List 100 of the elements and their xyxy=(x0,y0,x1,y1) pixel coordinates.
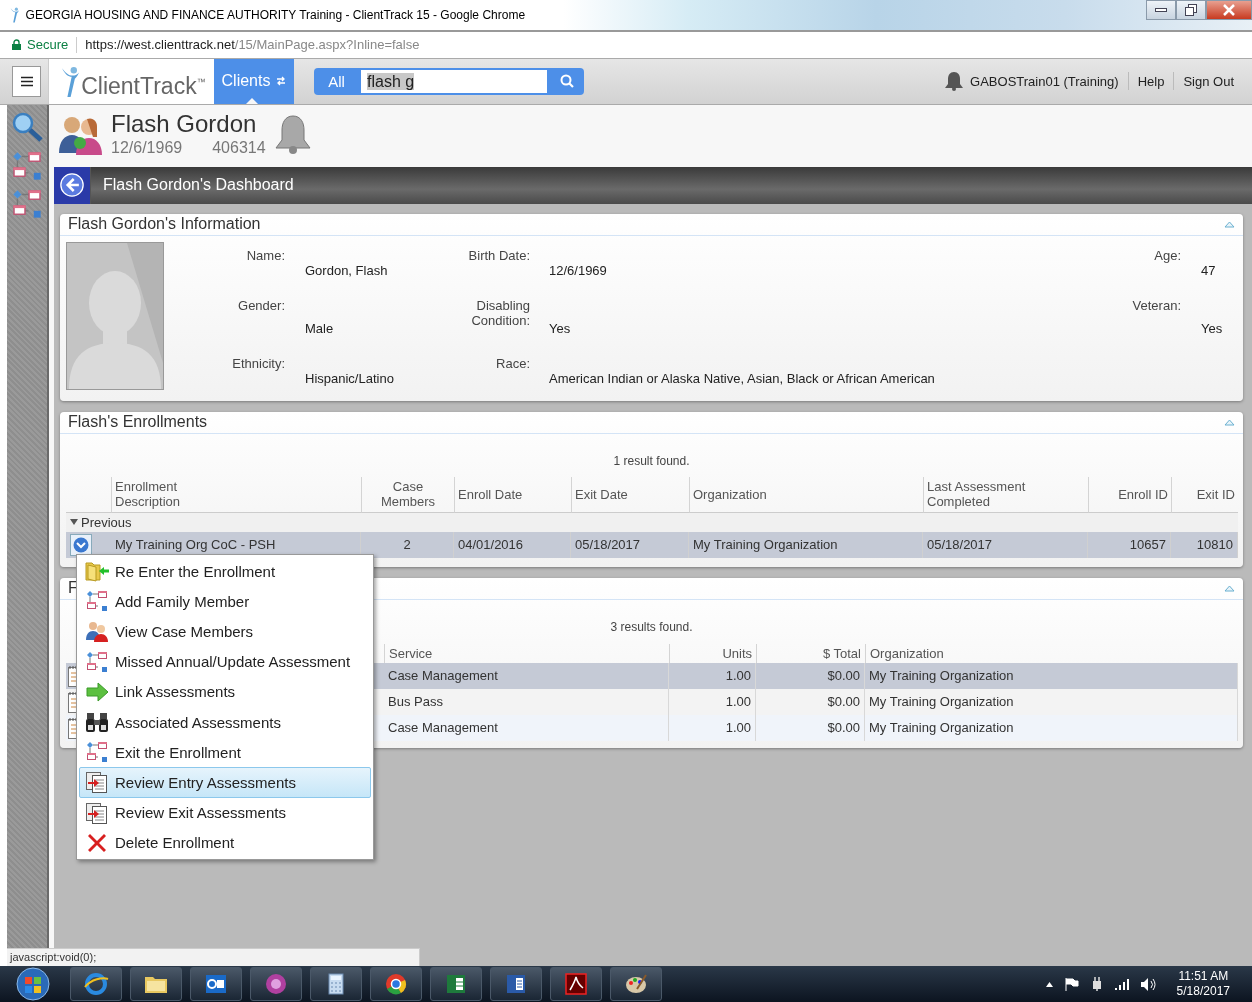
result-count: 3 results found. xyxy=(610,619,693,634)
lock-icon xyxy=(12,39,21,51)
column-header[interactable]: Units xyxy=(722,645,752,661)
search-icon[interactable] xyxy=(11,110,43,143)
hierarchy-icon xyxy=(86,590,108,613)
logo-text: ClientTrack$^{™}$ xyxy=(81,74,206,98)
birth-date: 12/6/1969 xyxy=(111,138,183,157)
field-value: American Indian or Alaska Native, Asian, Black or African American xyxy=(549,370,936,388)
spreadsheet-icon[interactable] xyxy=(430,967,482,1001)
column-header[interactable]: Service xyxy=(389,645,433,661)
field-label: Age: xyxy=(1153,246,1181,263)
browser-icon[interactable] xyxy=(370,967,422,1001)
table-cell: Bus Pass xyxy=(388,694,443,710)
column-header[interactable]: Last Assessment Completed xyxy=(927,479,1037,510)
minimize-button[interactable] xyxy=(1146,0,1176,20)
menu-icon xyxy=(20,75,33,87)
flag-icon[interactable] xyxy=(1064,977,1079,991)
calculator-icon[interactable] xyxy=(310,967,362,1001)
table-cell: 1.00 xyxy=(725,668,751,684)
column-header[interactable]: Organization xyxy=(870,645,944,661)
table-cell: $0.00 xyxy=(827,668,860,684)
pdf-icon[interactable] xyxy=(550,967,602,1001)
clock-date: 5/18/2017 xyxy=(1176,984,1230,999)
swap-icon xyxy=(276,76,287,87)
column-header[interactable]: Enroll Date xyxy=(458,486,523,502)
document-icon[interactable] xyxy=(490,967,542,1001)
bell-icon[interactable] xyxy=(944,71,965,92)
hierarchy-icon xyxy=(86,741,108,764)
start-button[interactable] xyxy=(14,966,52,1002)
panel-title: Flash Gordon's Information xyxy=(68,215,261,234)
table-cell: My Training Organization xyxy=(869,694,1014,710)
search-button[interactable] xyxy=(549,67,584,95)
header-link[interactable]: Help xyxy=(1137,73,1165,89)
table-cell: 10810 xyxy=(1196,537,1233,553)
restore-button[interactable] xyxy=(1176,0,1206,20)
arrow-right-icon xyxy=(85,681,109,702)
search-field[interactable]: flash g xyxy=(359,67,549,95)
status-tooltip: javascript:void(0); xyxy=(7,948,420,966)
window-title: GEORGIA HOUSING AND FINANCE AUTHORITY Training - ClientTrack 15 - Google Chrome xyxy=(25,7,526,22)
column-header[interactable]: Exit Date xyxy=(575,486,628,502)
logo-icon xyxy=(61,65,81,98)
field-label: Gender: xyxy=(237,296,285,313)
table-row[interactable]: My Training Org CoC - PSH 2 04/01/2016 05/18/2017 My Training Organization 05/18/2017 10657 10810 xyxy=(66,531,1238,558)
field-value: 47 xyxy=(1201,262,1217,280)
document-arrow-icon xyxy=(85,771,109,794)
menu-button[interactable] xyxy=(12,65,41,97)
minimize-icon xyxy=(1155,7,1167,13)
row-menu-button[interactable] xyxy=(70,533,92,556)
table-cell: 05/18/2017 xyxy=(927,537,993,553)
caret-up-icon[interactable] xyxy=(1045,981,1053,987)
back-button[interactable] xyxy=(54,166,91,204)
result-count: 1 result found. xyxy=(613,453,690,468)
field-label: Ethnicity: xyxy=(231,354,285,371)
hierarchy-icon xyxy=(12,188,42,219)
panel-title: Flash's Enrollments xyxy=(68,413,208,432)
folder-arrow-icon xyxy=(85,560,109,583)
table-cell: 1.00 xyxy=(725,720,751,736)
column-header[interactable]: Organization xyxy=(693,486,767,502)
menu-item[interactable]: Re Enter the Enrollment xyxy=(79,556,371,587)
client-id: 406314 xyxy=(212,138,266,157)
field-label: Birth Date: xyxy=(467,246,530,263)
hierarchy-icon xyxy=(12,150,42,181)
mail-icon[interactable] xyxy=(190,967,242,1001)
people-icon xyxy=(85,620,109,643)
menu-item[interactable]: Review Exit Assessments xyxy=(79,797,371,828)
volume-icon[interactable] xyxy=(1140,977,1157,991)
close-button[interactable] xyxy=(1206,0,1252,20)
field-value: Hispanic/Latino xyxy=(305,370,395,388)
menu-item[interactable]: Delete Enrollment xyxy=(79,827,371,858)
column-header[interactable]: Enrollment Description xyxy=(115,479,195,510)
browser-icon[interactable] xyxy=(70,967,122,1001)
table-cell: $0.00 xyxy=(827,720,860,736)
app-icon[interactable] xyxy=(250,967,302,1001)
menu-item[interactable]: Add Family Member xyxy=(79,586,371,617)
menu-item[interactable]: View Case Members xyxy=(79,616,371,647)
table-cell: My Training Organization xyxy=(869,668,1014,684)
field-value: Male xyxy=(305,320,335,338)
column-header[interactable]: Case Members xyxy=(373,479,443,510)
table-cell: Case Management xyxy=(388,668,498,684)
field-value: Yes xyxy=(549,320,572,338)
url-text[interactable]: https://west.clienttrack.net/15/MainPage.aspx?Inline=false xyxy=(85,37,420,53)
user-name: GABOSTrain01 (Training) xyxy=(970,73,1119,89)
bell-icon[interactable] xyxy=(273,114,312,155)
menu-item[interactable]: Review Entry Assessments xyxy=(79,767,371,798)
header-link[interactable]: Sign Out xyxy=(1183,73,1234,89)
column-header[interactable]: Enroll ID xyxy=(1118,486,1168,502)
paint-icon[interactable] xyxy=(610,967,662,1001)
expand-triangle-icon[interactable] xyxy=(70,518,78,527)
folder-icon[interactable] xyxy=(130,967,182,1001)
client-name: Flash Gordon xyxy=(111,111,258,136)
column-header[interactable]: Exit ID xyxy=(1196,486,1235,502)
signal-icon[interactable] xyxy=(1114,978,1129,990)
table-cell: 05/18/2017 xyxy=(575,537,641,553)
field-value: Yes xyxy=(1201,320,1224,338)
plug-icon[interactable] xyxy=(1090,977,1103,991)
group-label: Previous xyxy=(81,514,132,530)
document-arrow-icon xyxy=(85,801,109,824)
table-cell: 04/01/2016 xyxy=(458,537,524,553)
logo-icon xyxy=(10,6,20,23)
column-header[interactable]: $ Total xyxy=(822,645,861,661)
